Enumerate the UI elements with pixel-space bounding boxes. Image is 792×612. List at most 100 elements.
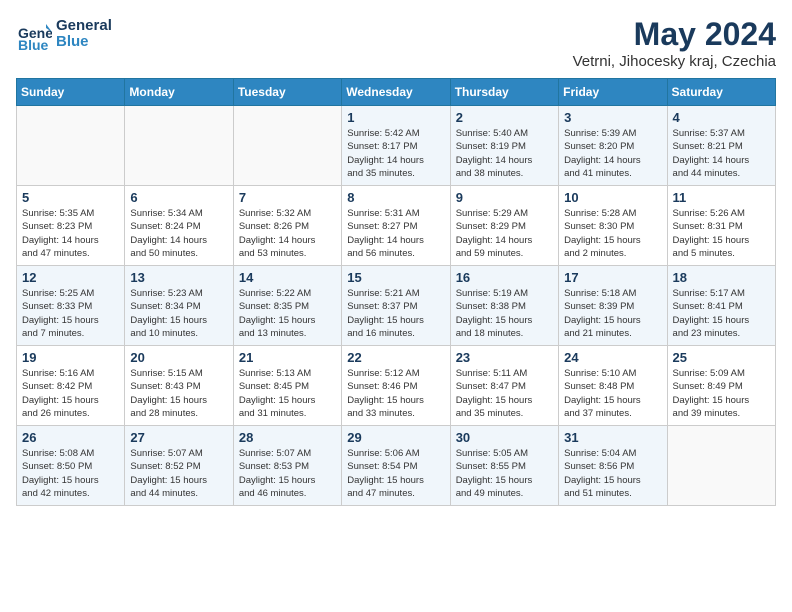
day-number: 5 xyxy=(22,190,119,205)
day-info: Sunrise: 5:13 AMSunset: 8:45 PMDaylight:… xyxy=(239,367,336,420)
day-number: 23 xyxy=(456,350,553,365)
day-info: Sunrise: 5:16 AMSunset: 8:42 PMDaylight:… xyxy=(22,367,119,420)
day-number: 1 xyxy=(347,110,444,125)
calendar-week-row: 5Sunrise: 5:35 AMSunset: 8:23 PMDaylight… xyxy=(17,186,776,266)
day-number: 25 xyxy=(673,350,770,365)
day-info: Sunrise: 5:11 AMSunset: 8:47 PMDaylight:… xyxy=(456,367,553,420)
day-info: Sunrise: 5:18 AMSunset: 8:39 PMDaylight:… xyxy=(564,287,661,340)
calendar-cell xyxy=(233,106,341,186)
calendar-cell xyxy=(667,426,775,506)
day-number: 6 xyxy=(130,190,227,205)
day-number: 28 xyxy=(239,430,336,445)
calendar-cell: 15Sunrise: 5:21 AMSunset: 8:37 PMDayligh… xyxy=(342,266,450,346)
day-number: 24 xyxy=(564,350,661,365)
header-tuesday: Tuesday xyxy=(233,79,341,106)
day-number: 30 xyxy=(456,430,553,445)
day-info: Sunrise: 5:09 AMSunset: 8:49 PMDaylight:… xyxy=(673,367,770,420)
calendar-cell: 1 Sunrise: 5:42 AMSunset: 8:17 PMDaylight… xyxy=(342,106,450,186)
day-info: Sunrise: 5:28 AMSunset: 8:30 PMDaylight:… xyxy=(564,207,661,260)
calendar-cell: 24 Sunrise: 5:10 AMSunset: 8:48 PMDayligh… xyxy=(559,346,667,426)
calendar-cell: 19Sunrise: 5:16 AMSunset: 8:42 PMDayligh… xyxy=(17,346,125,426)
calendar-cell: 28 Sunrise: 5:07 AMSunset: 8:53 PMDayligh… xyxy=(233,426,341,506)
day-number: 16 xyxy=(456,270,553,285)
day-number: 7 xyxy=(239,190,336,205)
day-info: Sunrise: 5:26 AMSunset: 8:31 PMDaylight:… xyxy=(673,207,770,260)
day-info: Sunrise: 5:07 AMSunset: 8:53 PMDaylight:… xyxy=(239,447,336,500)
calendar-cell: 12 Sunrise: 5:25 AMSunset: 8:33 PMDayligh… xyxy=(17,266,125,346)
logo: General Blue General Blue xyxy=(16,16,112,52)
day-number: 12 xyxy=(22,270,119,285)
calendar-cell: 9 Sunrise: 5:29 AMSunset: 8:29 PMDaylight… xyxy=(450,186,558,266)
day-info: Sunrise: 5:34 AMSunset: 8:24 PMDaylight:… xyxy=(130,207,227,260)
logo-line1: General xyxy=(56,18,112,35)
calendar-cell: 25 Sunrise: 5:09 AMSunset: 8:49 PMDayligh… xyxy=(667,346,775,426)
calendar-cell: 4 Sunrise: 5:37 AMSunset: 8:21 PMDaylight… xyxy=(667,106,775,186)
day-number: 26 xyxy=(22,430,119,445)
calendar-cell: 10 Sunrise: 5:28 AMSunset: 8:30 PMDayligh… xyxy=(559,186,667,266)
calendar-cell: 22Sunrise: 5:12 AMSunset: 8:46 PMDayligh… xyxy=(342,346,450,426)
header-thursday: Thursday xyxy=(450,79,558,106)
day-info: Sunrise: 5:42 AMSunset: 8:17 PMDaylight:… xyxy=(347,127,444,180)
day-info: Sunrise: 5:04 AMSunset: 8:56 PMDaylight:… xyxy=(564,447,661,500)
day-info: Sunrise: 5:08 AMSunset: 8:50 PMDaylight:… xyxy=(22,447,119,500)
day-number: 18 xyxy=(673,270,770,285)
calendar-cell: 17 Sunrise: 5:18 AMSunset: 8:39 PMDayligh… xyxy=(559,266,667,346)
calendar-week-row: 19Sunrise: 5:16 AMSunset: 8:42 PMDayligh… xyxy=(17,346,776,426)
day-info: Sunrise: 5:05 AMSunset: 8:55 PMDaylight:… xyxy=(456,447,553,500)
title-block: May 2024 Vetrni, Jihocesky kraj, Czechia xyxy=(573,16,776,70)
day-info: Sunrise: 5:17 AMSunset: 8:41 PMDaylight:… xyxy=(673,287,770,340)
day-info: Sunrise: 5:40 AMSunset: 8:19 PMDaylight:… xyxy=(456,127,553,180)
location-title: Vetrni, Jihocesky kraj, Czechia xyxy=(573,53,776,70)
calendar-week-row: 26 Sunrise: 5:08 AMSunset: 8:50 PMDayligh… xyxy=(17,426,776,506)
day-number: 14 xyxy=(239,270,336,285)
day-number: 17 xyxy=(564,270,661,285)
day-number: 21 xyxy=(239,350,336,365)
day-number: 31 xyxy=(564,430,661,445)
calendar-cell: 31 Sunrise: 5:04 AMSunset: 8:56 PMDayligh… xyxy=(559,426,667,506)
day-info: Sunrise: 5:07 AMSunset: 8:52 PMDaylight:… xyxy=(130,447,227,500)
calendar-cell: 11Sunrise: 5:26 AMSunset: 8:31 PMDayligh… xyxy=(667,186,775,266)
calendar-cell: 21 Sunrise: 5:13 AMSunset: 8:45 PMDayligh… xyxy=(233,346,341,426)
day-info: Sunrise: 5:19 AMSunset: 8:38 PMDaylight:… xyxy=(456,287,553,340)
calendar-cell: 3Sunrise: 5:39 AMSunset: 8:20 PMDaylight… xyxy=(559,106,667,186)
day-info: Sunrise: 5:25 AMSunset: 8:33 PMDaylight:… xyxy=(22,287,119,340)
calendar-cell: 20Sunrise: 5:15 AMSunset: 8:43 PMDayligh… xyxy=(125,346,233,426)
day-number: 9 xyxy=(456,190,553,205)
day-info: Sunrise: 5:32 AMSunset: 8:26 PMDaylight:… xyxy=(239,207,336,260)
calendar-cell: 16 Sunrise: 5:19 AMSunset: 8:38 PMDayligh… xyxy=(450,266,558,346)
day-number: 20 xyxy=(130,350,227,365)
header-saturday: Saturday xyxy=(667,79,775,106)
month-title: May 2024 xyxy=(573,16,776,53)
header-wednesday: Wednesday xyxy=(342,79,450,106)
day-info: Sunrise: 5:06 AMSunset: 8:54 PMDaylight:… xyxy=(347,447,444,500)
day-number: 4 xyxy=(673,110,770,125)
day-info: Sunrise: 5:23 AMSunset: 8:34 PMDaylight:… xyxy=(130,287,227,340)
calendar-cell: 23 Sunrise: 5:11 AMSunset: 8:47 PMDayligh… xyxy=(450,346,558,426)
day-info: Sunrise: 5:31 AMSunset: 8:27 PMDaylight:… xyxy=(347,207,444,260)
day-number: 15 xyxy=(347,270,444,285)
day-number: 29 xyxy=(347,430,444,445)
day-number: 8 xyxy=(347,190,444,205)
calendar-cell: 26 Sunrise: 5:08 AMSunset: 8:50 PMDayligh… xyxy=(17,426,125,506)
calendar-week-row: 12 Sunrise: 5:25 AMSunset: 8:33 PMDayligh… xyxy=(17,266,776,346)
calendar-cell xyxy=(125,106,233,186)
day-info: Sunrise: 5:29 AMSunset: 8:29 PMDaylight:… xyxy=(456,207,553,260)
calendar-header-row: SundayMondayTuesdayWednesdayThursdayFrid… xyxy=(17,79,776,106)
calendar-table: SundayMondayTuesdayWednesdayThursdayFrid… xyxy=(16,78,776,506)
calendar-cell: 5Sunrise: 5:35 AMSunset: 8:23 PMDaylight… xyxy=(17,186,125,266)
calendar-cell: 14 Sunrise: 5:22 AMSunset: 8:35 PMDayligh… xyxy=(233,266,341,346)
calendar-cell: 27 Sunrise: 5:07 AMSunset: 8:52 PMDayligh… xyxy=(125,426,233,506)
day-info: Sunrise: 5:39 AMSunset: 8:20 PMDaylight:… xyxy=(564,127,661,180)
calendar-cell xyxy=(17,106,125,186)
day-info: Sunrise: 5:37 AMSunset: 8:21 PMDaylight:… xyxy=(673,127,770,180)
day-info: Sunrise: 5:10 AMSunset: 8:48 PMDaylight:… xyxy=(564,367,661,420)
calendar-cell: 2 Sunrise: 5:40 AMSunset: 8:19 PMDaylight… xyxy=(450,106,558,186)
svg-text:Blue: Blue xyxy=(18,37,49,52)
day-number: 2 xyxy=(456,110,553,125)
day-number: 27 xyxy=(130,430,227,445)
calendar-cell: 29 Sunrise: 5:06 AMSunset: 8:54 PMDayligh… xyxy=(342,426,450,506)
day-info: Sunrise: 5:22 AMSunset: 8:35 PMDaylight:… xyxy=(239,287,336,340)
header-friday: Friday xyxy=(559,79,667,106)
day-number: 10 xyxy=(564,190,661,205)
page-header: General Blue General Blue May 2024 Vetrn… xyxy=(16,16,776,70)
